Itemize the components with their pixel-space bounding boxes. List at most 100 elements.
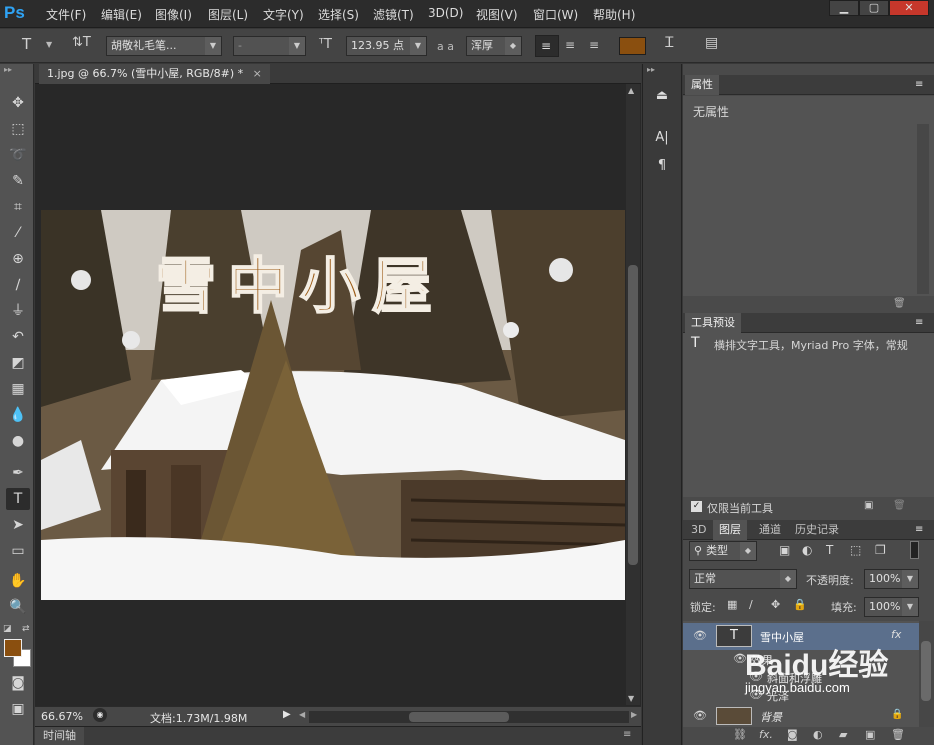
hand-tool-icon[interactable]: ✋ <box>6 570 30 592</box>
lock-image-icon[interactable]: ∕ <box>749 598 753 611</box>
filter-pixel-icon[interactable]: ▣ <box>779 543 790 557</box>
zoom-level[interactable]: 66.67% <box>41 710 83 723</box>
new-layer-icon[interactable]: ▣ <box>865 728 875 741</box>
paragraph-icon[interactable]: ¶ <box>651 158 673 180</box>
warp-text-icon[interactable]: Ꮖ <box>665 35 674 51</box>
tab-layers[interactable]: 图层 <box>713 520 747 540</box>
scroll-right-icon[interactable]: ▶ <box>631 710 637 719</box>
eyedropper-tool-icon[interactable]: ⁄ <box>6 222 30 244</box>
add-style-icon[interactable]: fx. <box>759 728 773 741</box>
brush-tool-icon[interactable]: ∕ <box>6 274 30 296</box>
status-menu-arrow-icon[interactable]: ▶ <box>283 709 291 720</box>
menu-image[interactable]: 图像(I) <box>155 6 192 23</box>
rectangle-tool-icon[interactable]: ▭ <box>6 540 30 562</box>
horizontal-scrollbar[interactable] <box>309 711 629 723</box>
filter-toggle[interactable] <box>910 541 919 559</box>
lasso-tool-icon[interactable]: ➰ <box>6 144 30 166</box>
share-icon[interactable]: ◉ <box>93 708 107 722</box>
new-preset-icon[interactable]: ▣ <box>864 500 873 511</box>
align-left-button[interactable]: ≡ <box>535 35 559 57</box>
marquee-tool-icon[interactable]: ⬚ <box>6 118 30 140</box>
tab-channels[interactable]: 通道 <box>753 520 787 540</box>
antialias-select[interactable]: 浑厚 ◆ <box>466 36 522 56</box>
trash-icon[interactable]: 🗑 <box>891 728 905 741</box>
menu-type[interactable]: 文字(Y) <box>263 6 304 23</box>
panel-menu-icon[interactable]: ≡ <box>623 729 631 740</box>
lock-position-icon[interactable]: ✥ <box>771 598 780 611</box>
menu-filter[interactable]: 滤镜(T) <box>373 6 414 23</box>
menu-file[interactable]: 文件(F) <box>46 6 86 23</box>
blend-mode-select[interactable]: 正常 ◆ <box>689 569 797 589</box>
font-family-select[interactable]: 胡敬礼毛笔... ▼ <box>106 36 222 56</box>
restore-button[interactable]: ▢ <box>859 0 889 16</box>
swap-colors-icon[interactable]: ⇄ <box>22 624 30 634</box>
text-color-swatch[interactable] <box>619 37 646 55</box>
add-mask-icon[interactable]: ◙ <box>787 728 798 741</box>
crop-tool-icon[interactable]: ⌗ <box>6 196 30 218</box>
dodge-tool-icon[interactable]: ● <box>6 430 30 452</box>
visibility-eye-icon[interactable]: 👁 <box>693 629 707 642</box>
menu-window[interactable]: 窗口(W) <box>533 6 578 23</box>
current-tool-checkbox[interactable]: ✓ <box>691 501 702 512</box>
document-tab[interactable]: 1.jpg @ 66.7% (雪中小屋, RGB/8#) * × <box>39 64 270 84</box>
minimize-button[interactable]: ▁ <box>829 0 859 16</box>
panel-menu-icon[interactable]: ≡ <box>915 75 923 95</box>
menu-select[interactable]: 选择(S) <box>318 6 359 23</box>
default-colors-icon[interactable]: ◪ <box>3 624 12 634</box>
zoom-tool-icon[interactable]: 🔍 <box>6 596 30 618</box>
clone-stamp-tool-icon[interactable]: ⏚ <box>6 300 30 322</box>
text-tool-icon[interactable]: T <box>22 35 31 53</box>
canvas-text-layer[interactable]: 雪中小屋 <box>155 238 444 325</box>
properties-scrollbar[interactable] <box>917 124 929 294</box>
layers-scroll-thumb[interactable] <box>921 641 931 701</box>
tab-tool-presets[interactable]: 工具预设 <box>685 313 741 333</box>
font-size-select[interactable]: 123.95 点 ▼ <box>346 36 427 56</box>
layers-scrollbar[interactable] <box>919 621 934 727</box>
menu-layer[interactable]: 图层(L) <box>208 6 248 23</box>
healing-brush-tool-icon[interactable]: ⊕ <box>6 248 30 270</box>
lock-all-icon[interactable]: 🔒 <box>793 598 807 611</box>
tab-history[interactable]: 历史记录 <box>789 520 845 540</box>
timeline-tab[interactable]: 时间轴 <box>35 727 84 745</box>
align-center-button[interactable]: ≡ <box>559 35 583 57</box>
menu-edit[interactable]: 编辑(E) <box>101 6 142 23</box>
close-tab-icon[interactable]: × <box>253 67 262 80</box>
type-tool-icon[interactable]: T <box>6 488 30 510</box>
menu-help[interactable]: 帮助(H) <box>593 6 635 23</box>
opacity-input[interactable]: 100% ▼ <box>864 569 919 589</box>
vertical-scroll-thumb[interactable] <box>628 265 638 565</box>
character-icon[interactable]: A| <box>651 130 673 152</box>
eraser-tool-icon[interactable]: ◩ <box>6 352 30 374</box>
horizontal-scroll-thumb[interactable] <box>409 712 509 722</box>
move-tool-icon[interactable]: ✥ <box>6 92 30 114</box>
tool-preset-item[interactable]: 横排文字工具，Myriad Pro 字体，常规 <box>714 337 932 353</box>
new-group-icon[interactable]: ▰ <box>839 728 847 741</box>
image-canvas[interactable]: 雪中小屋 <box>41 210 625 600</box>
tab-properties[interactable]: 属性 <box>685 75 719 95</box>
gradient-tool-icon[interactable]: ▦ <box>6 378 30 400</box>
layer-filter-select[interactable]: ⚲ 类型 ◆ <box>689 541 757 561</box>
blur-tool-icon[interactable]: 💧 <box>6 404 30 426</box>
filter-smart-object-icon[interactable]: ❐ <box>875 543 886 557</box>
scroll-left-icon[interactable]: ◀ <box>299 710 305 719</box>
lock-transparent-icon[interactable]: ▦ <box>727 598 737 611</box>
screen-mode-icon[interactable]: ▣ <box>6 698 30 720</box>
tab-3d[interactable]: 3D <box>685 520 712 540</box>
pen-tool-icon[interactable]: ✒ <box>6 462 30 484</box>
orientation-toggle-icon[interactable]: ⇅T <box>72 35 91 50</box>
path-selection-tool-icon[interactable]: ➤ <box>6 514 30 536</box>
collapse-icon[interactable]: ▸▸ <box>647 65 655 74</box>
close-button[interactable]: ✕ <box>889 0 929 16</box>
link-layers-icon[interactable]: ⛓ <box>733 728 747 741</box>
filter-adjustment-icon[interactable]: ◐ <box>802 543 812 557</box>
menu-view[interactable]: 视图(V) <box>476 6 518 23</box>
collapse-icon[interactable]: ▸▸ <box>4 65 12 74</box>
trash-icon[interactable]: 🗑 <box>893 500 906 511</box>
filter-shape-icon[interactable]: ⬚ <box>850 543 861 557</box>
trash-icon[interactable]: 🗑 <box>893 298 906 309</box>
layer-name[interactable]: 背景 <box>760 709 782 725</box>
tool-preset-dropdown-icon[interactable]: ▼ <box>46 40 52 49</box>
scroll-down-icon[interactable]: ▼ <box>628 694 634 703</box>
foreground-color-swatch[interactable] <box>4 639 22 657</box>
history-brush-tool-icon[interactable]: ↶ <box>6 326 30 348</box>
